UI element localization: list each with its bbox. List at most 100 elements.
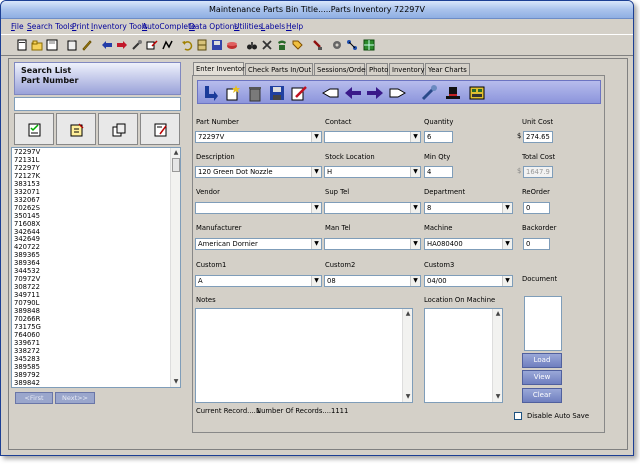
dropdown-arrow-icon[interactable]: ▼ [502,239,512,249]
wrench-icon[interactable] [131,39,143,51]
dropdown-arrow-icon[interactable]: ▼ [311,132,321,142]
vendor-combo[interactable]: ▼ [195,202,322,214]
open-icon[interactable] [31,39,43,51]
menu-utilities[interactable]: Utilities [234,22,262,31]
enter-icon[interactable] [202,84,220,102]
paint-icon[interactable] [226,39,238,51]
scroll-down-icon[interactable]: ▼ [172,378,180,386]
notes-list-button[interactable] [56,113,96,145]
copy-list-button[interactable] [98,113,138,145]
notes-textarea[interactable]: ▲ ▼ [195,308,413,403]
edit-icon[interactable] [146,39,158,51]
dropdown-arrow-icon[interactable]: ▼ [410,167,420,177]
new-icon[interactable] [16,39,28,51]
part-number-combo[interactable]: 72297V ▼ [195,131,322,143]
menu-inventory-tools[interactable]: Inventory Tools [91,22,148,31]
location-textarea[interactable]: ▲ ▼ [424,308,503,403]
binoculars-icon[interactable] [246,39,258,51]
document-preview[interactable] [524,296,562,351]
scroll-down-icon[interactable]: ▼ [494,393,502,401]
tools-record-icon[interactable] [420,84,438,102]
menu-search-tools[interactable]: Search Tools [27,22,74,31]
phone-icon[interactable] [276,39,288,51]
tab-photo[interactable]: Photo [366,63,388,75]
man-tel-combo[interactable]: ▼ [324,238,421,250]
scroll-down-icon[interactable]: ▼ [404,393,412,401]
part-list-scrollbar[interactable]: ▲ ▼ [170,148,180,387]
part-number-list[interactable]: 72297V 72131L 72297Y 72127K 383153 332071 3320… [11,147,181,388]
stamp-icon[interactable] [311,39,323,51]
check-list-button[interactable] [14,113,54,145]
dropdown-arrow-icon[interactable]: ▼ [410,239,420,249]
back-arrow-icon[interactable] [101,39,113,51]
previous-record-icon[interactable] [344,84,362,102]
stock-location-combo[interactable]: H ▼ [324,166,421,178]
location-scrollbar[interactable]: ▲ ▼ [492,309,502,402]
hat-icon[interactable] [444,84,462,102]
forward-arrow-icon[interactable] [116,39,128,51]
contact-combo[interactable]: ▼ [324,131,421,143]
save-record-icon[interactable] [268,84,286,102]
tab-enter-inventory[interactable]: Enter Inventory [193,62,249,75]
dropdown-arrow-icon[interactable]: ▼ [311,239,321,249]
new-record-icon[interactable] [224,84,242,102]
dropdown-arrow-icon[interactable]: ▼ [311,203,321,213]
sup-tel-combo[interactable]: ▼ [324,202,421,214]
department-combo[interactable]: 8 ▼ [424,202,513,214]
unit-cost-field[interactable]: 274.65 [523,131,553,143]
custom2-combo[interactable]: 08 ▼ [324,275,421,287]
scroll-thumb[interactable] [172,158,180,172]
pencil-icon[interactable] [81,39,93,51]
disable-auto-save-checkbox[interactable] [514,412,522,420]
scroll-up-icon[interactable]: ▲ [172,149,180,157]
menu-print[interactable]: Print [72,22,89,31]
dropdown-arrow-icon[interactable]: ▼ [410,203,420,213]
search-input[interactable] [14,97,181,111]
dropdown-arrow-icon[interactable]: ▼ [311,276,321,286]
list-item[interactable]: 389842 [14,379,41,387]
menu-data-options[interactable]: Data Options [189,22,238,31]
tag-icon[interactable] [291,39,303,51]
view-button[interactable]: View [522,370,562,385]
clipboard-icon[interactable] [66,39,78,51]
tab-inventory[interactable]: Inventory [389,63,424,75]
notes-scrollbar[interactable]: ▲ ▼ [402,309,412,402]
reorder-field[interactable]: 0 [523,202,550,214]
trash-icon[interactable] [246,84,264,102]
backorder-field[interactable]: 0 [523,238,550,250]
tools-icon[interactable] [261,39,273,51]
clear-button[interactable]: Clear [522,388,562,403]
menu-autocomplete[interactable]: AutoComplete [142,22,196,31]
custom1-combo[interactable]: A ▼ [195,275,322,287]
quantity-field[interactable]: 6 [424,131,453,143]
dropdown-arrow-icon[interactable]: ▼ [410,276,420,286]
grid-icon[interactable] [363,39,375,51]
calculator-icon[interactable] [468,84,486,102]
cabinet-icon[interactable] [196,39,208,51]
gear-icon[interactable] [331,39,343,51]
first-button[interactable]: <First [15,392,53,404]
next-record-icon[interactable] [366,84,384,102]
menu-help[interactable]: Help [286,22,303,31]
description-combo[interactable]: 120 Green Dot Nozzle ▼ [195,166,322,178]
dropdown-arrow-icon[interactable]: ▼ [410,132,420,142]
tab-year-charts[interactable]: Year Charts [425,63,470,75]
tab-sessions-order[interactable]: Sessions/Order [314,63,368,75]
filter-list-button[interactable] [140,113,180,145]
load-button[interactable]: Load [522,353,562,368]
menu-file[interactable]: File [11,22,24,31]
dropdown-arrow-icon[interactable]: ▼ [502,203,512,213]
scroll-up-icon[interactable]: ▲ [494,310,502,318]
point-left-icon[interactable] [322,84,340,102]
point-right-icon[interactable] [388,84,406,102]
undo-icon[interactable] [181,39,193,51]
title-bar[interactable]: Maintenance Parts Bin Title.....Parts In… [1,1,633,19]
machine-combo[interactable]: HA080400 ▼ [424,238,513,250]
scroll-up-icon[interactable]: ▲ [404,310,412,318]
dropdown-arrow-icon[interactable]: ▼ [311,167,321,177]
custom3-combo[interactable]: 04/00 ▼ [424,275,513,287]
menu-labels[interactable]: Labels [261,22,285,31]
tab-check-parts[interactable]: Check Parts In/Out [245,63,313,75]
network-icon[interactable] [346,39,358,51]
save-icon[interactable] [46,39,58,51]
